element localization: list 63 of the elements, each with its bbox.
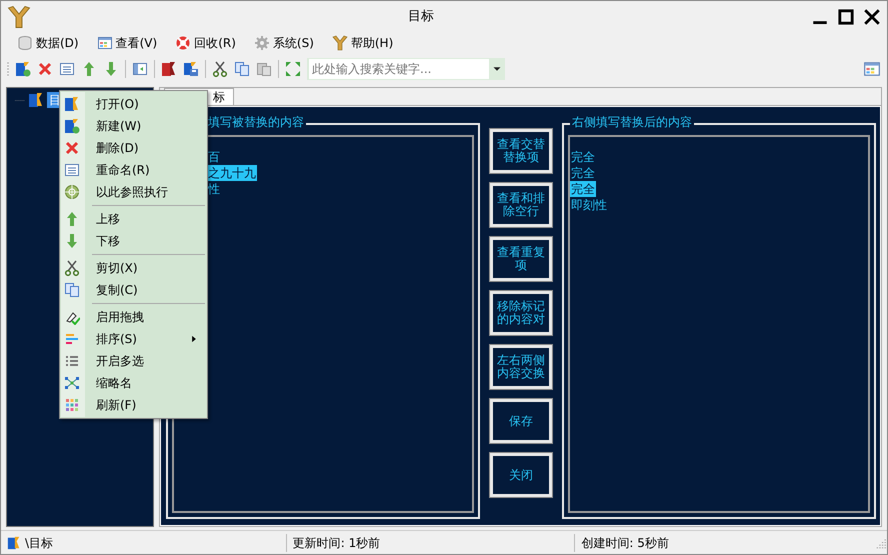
- target-icon: [64, 184, 80, 200]
- list-bullets-icon: [64, 353, 80, 369]
- status-text: 更新时间: 1秒前: [292, 534, 380, 552]
- group-title: 填写被替换的内容: [206, 114, 306, 130]
- r-logo-icon: [28, 92, 44, 108]
- color-grid-icon: [64, 397, 80, 413]
- y-logo-icon: [332, 35, 348, 51]
- window-title: 目标: [407, 8, 435, 26]
- delete-icon[interactable]: [37, 61, 53, 77]
- list-line[interactable]: 完全: [570, 165, 596, 181]
- delete-icon: [64, 140, 80, 156]
- action-button[interactable]: 查看重复项: [490, 237, 552, 281]
- up-arrow-icon: [64, 211, 80, 227]
- panel-icon[interactable]: [132, 61, 148, 77]
- close-icon[interactable]: [863, 8, 881, 26]
- menu-item[interactable]: 系统(S): [272, 34, 314, 52]
- menu-item[interactable]: 数据(D): [36, 34, 79, 52]
- text-list[interactable]: 完全 完全 完全 即刻性: [568, 135, 870, 513]
- action-button[interactable]: 查看和排除空行: [490, 183, 552, 227]
- expand-icon[interactable]: [285, 61, 301, 77]
- down-arrow-icon: [64, 233, 80, 249]
- window-grid-icon: [96, 35, 113, 51]
- list-line[interactable]: 即刻性: [570, 197, 608, 213]
- sort-icon: [64, 331, 80, 347]
- up-arrow-icon[interactable]: [81, 61, 97, 77]
- action-button[interactable]: 移除标记的内容对: [490, 291, 552, 335]
- scissors-icon[interactable]: [212, 61, 228, 77]
- layout-icon[interactable]: [863, 60, 881, 78]
- menu-item[interactable]: 打开(O): [60, 93, 207, 115]
- list-line[interactable]: 完全: [570, 149, 596, 165]
- menu-item[interactable]: 新建(W): [60, 115, 207, 137]
- list-icon: [64, 162, 80, 178]
- menu-item[interactable]: 帮助(H): [350, 34, 394, 52]
- menu-item[interactable]: 查看(V): [116, 34, 158, 52]
- down-arrow-icon[interactable]: [103, 61, 119, 77]
- search-field[interactable]: 此处输入搜索关键字...: [307, 58, 505, 80]
- status-text: 创建时间: 5秒前: [581, 534, 669, 552]
- gear-icon: [254, 35, 270, 51]
- database-icon: [17, 35, 33, 51]
- action-button[interactable]: 关闭: [490, 453, 552, 497]
- group-title: 右侧填写替换后的内容: [570, 114, 694, 130]
- r-logo-icon: [64, 96, 80, 112]
- copy-icon: [64, 282, 80, 298]
- app-logo-icon: [7, 4, 31, 28]
- save-icon[interactable]: [183, 61, 199, 77]
- action-button[interactable]: 保存: [490, 399, 552, 443]
- new-item-icon[interactable]: [15, 61, 31, 77]
- list-line[interactable]: 性: [207, 181, 221, 197]
- list-line[interactable]: 百: [207, 149, 221, 165]
- network-icon: [64, 375, 80, 391]
- copy-icon[interactable]: [234, 61, 250, 77]
- action-button[interactable]: 左右两侧内容交换: [490, 345, 552, 389]
- menu-item[interactable]: 回收(R): [194, 34, 236, 52]
- action-button[interactable]: 查看交替替换项: [490, 129, 552, 173]
- r-logo-icon: [7, 536, 21, 550]
- new-item-icon: [64, 118, 80, 134]
- scissors-icon: [64, 260, 80, 276]
- list-icon[interactable]: [59, 61, 75, 77]
- maximize-icon[interactable]: [837, 8, 855, 26]
- status-text: \目标: [25, 534, 54, 552]
- r-logo-icon[interactable]: [161, 61, 177, 77]
- paste-icon[interactable]: [256, 61, 272, 77]
- lifebuoy-icon: [175, 35, 192, 51]
